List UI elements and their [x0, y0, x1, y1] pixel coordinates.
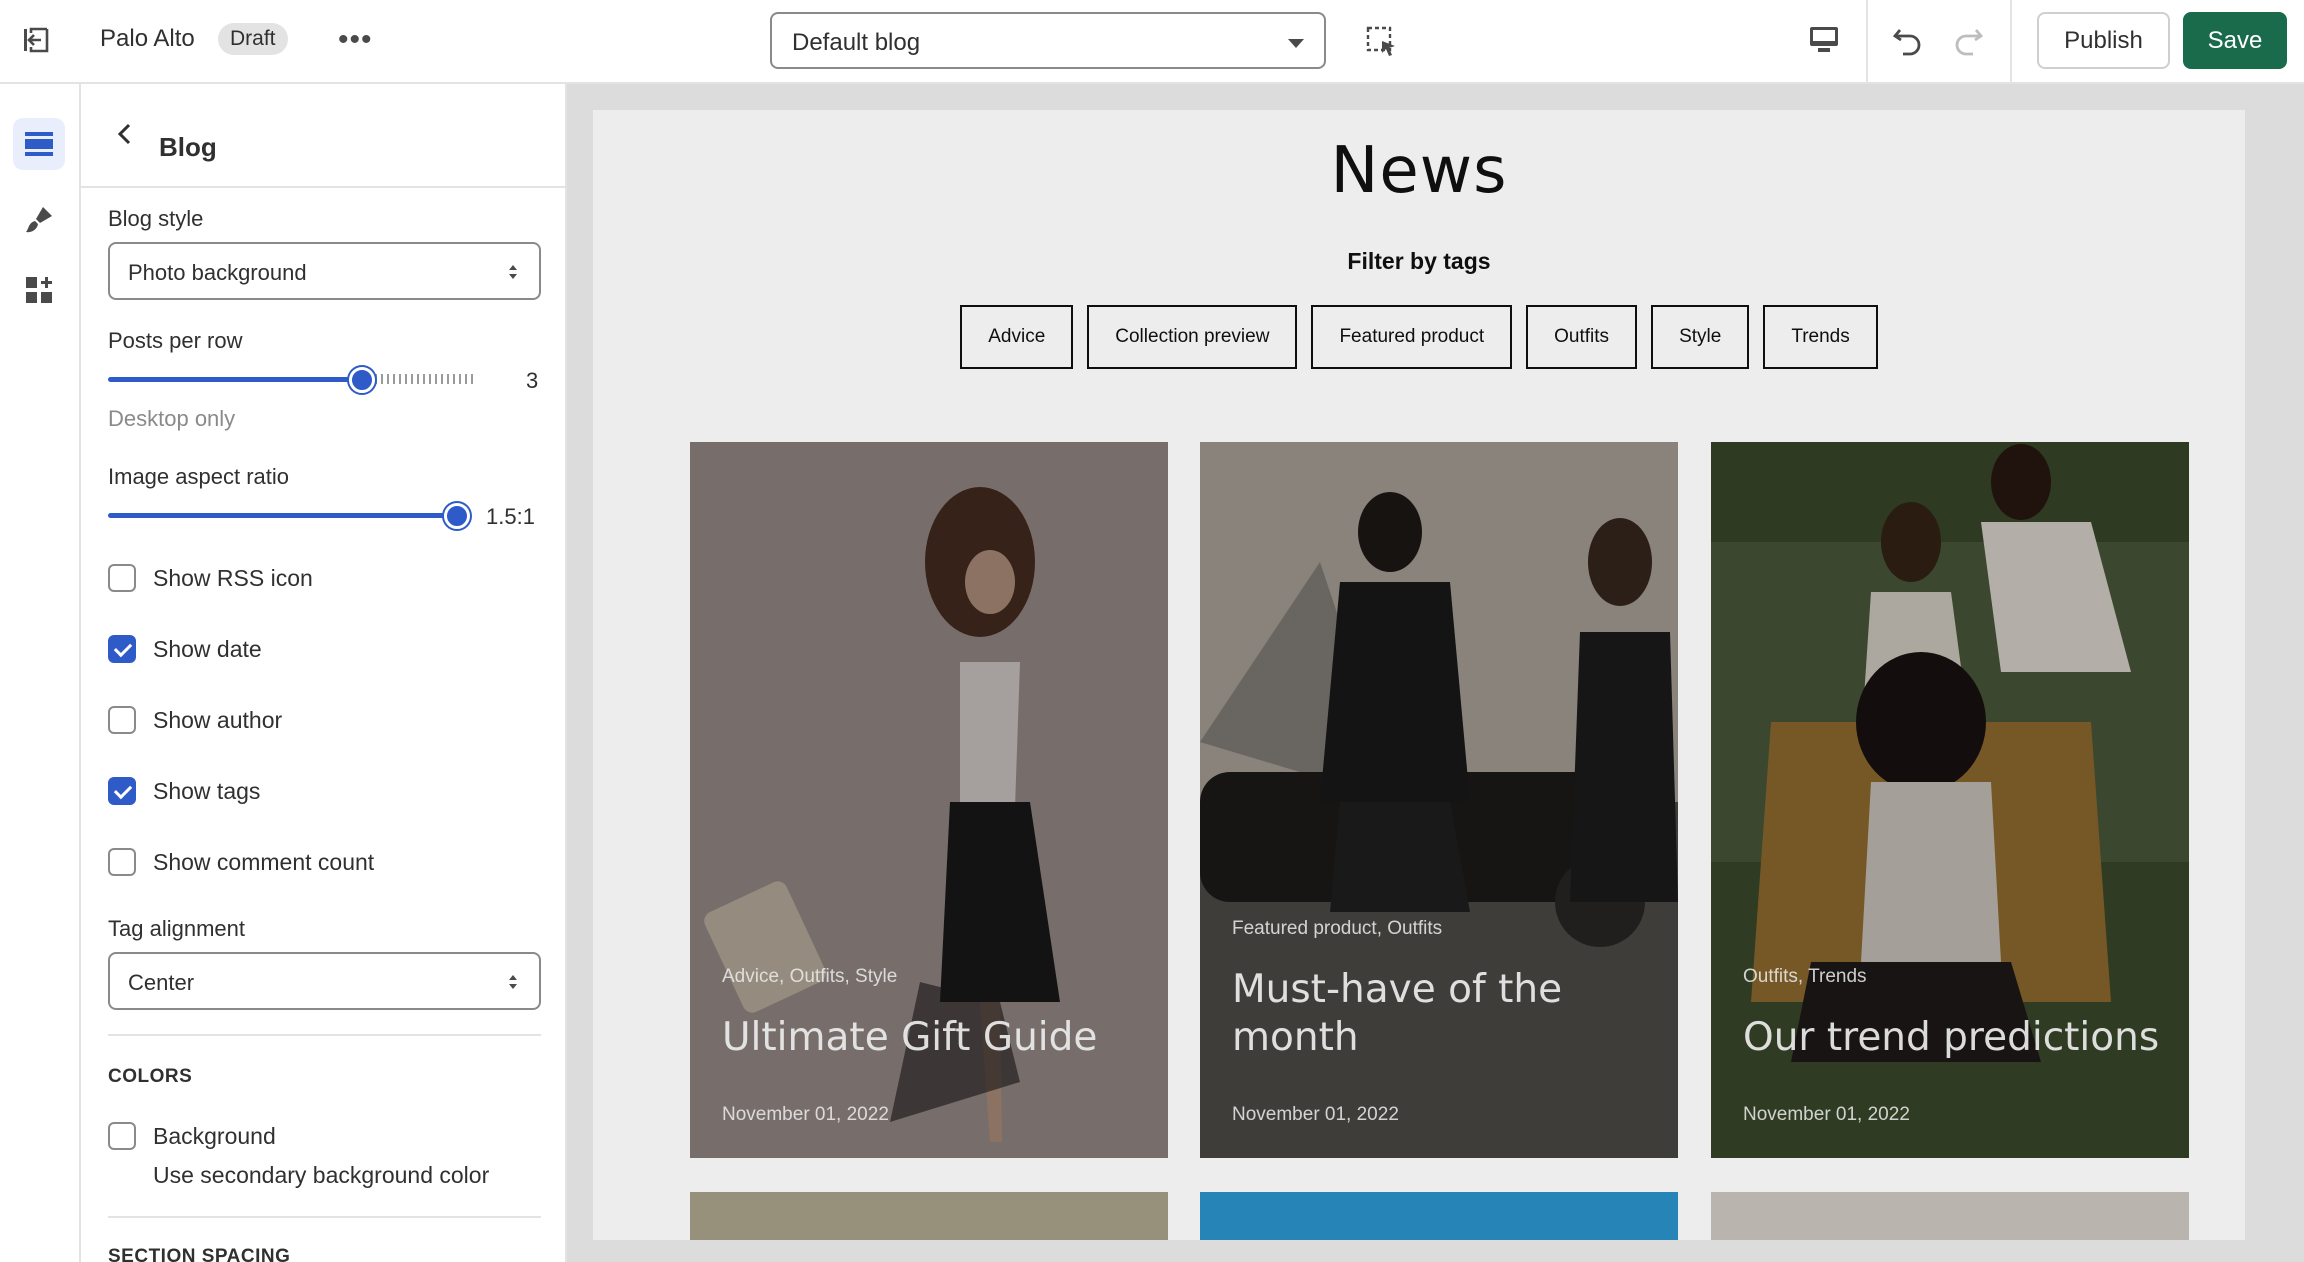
filter-label: Filter by tags — [1347, 248, 1491, 274]
save-button[interactable]: Save — [2183, 12, 2287, 69]
panel-header: Blog — [81, 84, 565, 188]
post-title: Our trend predictions — [1743, 1015, 2160, 1060]
post-date: November 01, 2022 — [722, 1104, 889, 1125]
option-checkbox-label: Show comment count — [153, 849, 375, 875]
option-checkbox-label: Show tags — [153, 778, 261, 804]
post-date: November 01, 2022 — [1232, 1104, 1399, 1125]
option-checkbox[interactable] — [108, 564, 136, 592]
theme-settings-nav-item[interactable] — [13, 194, 65, 246]
background-label: Background — [153, 1123, 276, 1149]
tag-filter-button[interactable]: Advice — [960, 305, 1074, 369]
apps-icon — [26, 277, 52, 303]
blog-heading: News — [1330, 134, 1508, 208]
option-checkbox[interactable] — [108, 635, 136, 663]
blog-post-card-partial[interactable] — [1200, 1192, 1678, 1240]
post-tags: Featured product, Outfits — [1232, 918, 1443, 939]
divider — [108, 1034, 541, 1036]
blog-post-card-partial[interactable] — [690, 1192, 1168, 1240]
back-chevron-icon[interactable] — [109, 118, 141, 150]
option-checkbox[interactable] — [108, 777, 136, 805]
chevron-down-icon — [1288, 39, 1304, 48]
option-checkbox-label: Show author — [153, 707, 283, 733]
post-date: November 01, 2022 — [1743, 1104, 1910, 1125]
posts-per-row-slider-track — [363, 374, 475, 384]
redo-icon[interactable] — [1948, 20, 1988, 60]
template-select[interactable]: Default blog — [770, 12, 1326, 69]
option-checkbox[interactable] — [108, 848, 136, 876]
background-checkbox[interactable] — [108, 1122, 136, 1150]
blog-style-select[interactable]: Photo background — [108, 242, 541, 300]
tag-alignment-select[interactable]: Center — [108, 952, 541, 1010]
post-tags: Advice, Outfits, Style — [722, 966, 898, 987]
sections-nav-item[interactable] — [13, 118, 65, 170]
tag-filter-button[interactable]: Trends — [1763, 305, 1878, 369]
section-spacing-heading: SECTION SPACING — [108, 1246, 291, 1262]
blog-style-value: Photo background — [128, 260, 307, 285]
undo-icon[interactable] — [1888, 20, 1928, 60]
sections-icon — [25, 132, 53, 156]
image-aspect-ratio-value: 1.5:1 — [486, 504, 535, 529]
posts-per-row-label: Posts per row — [108, 328, 243, 353]
image-aspect-ratio-slider-fill — [108, 513, 458, 518]
tag-filter-button[interactable]: Featured product — [1311, 305, 1513, 369]
tag-filter-list: Advice Collection preview Featured product… — [593, 305, 2245, 369]
tag-filter-button[interactable]: Style — [1651, 305, 1750, 369]
desktop-preview-icon[interactable] — [1804, 20, 1844, 60]
blog-post-card[interactable]: Featured product, Outfits Must-have of t… — [1200, 442, 1678, 1158]
option-checkbox-label: Show RSS icon — [153, 565, 313, 591]
store-name: Palo Alto — [100, 25, 195, 52]
posts-per-row-value: 3 — [526, 368, 539, 393]
blog-post-card[interactable]: Outfits, Trends Our trend predictions No… — [1711, 442, 2189, 1158]
top-bar: Palo Alto Draft ••• Default blog Publish… — [0, 0, 2304, 84]
exit-icon[interactable] — [18, 22, 54, 58]
template-select-value: Default blog — [792, 29, 921, 56]
blog-post-card-partial[interactable] — [1711, 1192, 2189, 1240]
select-arrows-icon — [509, 975, 517, 989]
colors-heading: COLORS — [108, 1066, 193, 1087]
image-aspect-ratio-slider-handle[interactable] — [444, 503, 470, 529]
tag-filter-button[interactable]: Outfits — [1526, 305, 1638, 369]
post-tags: Outfits, Trends — [1743, 966, 1867, 987]
status-badge: Draft — [218, 23, 288, 55]
image-aspect-ratio-label: Image aspect ratio — [108, 464, 289, 489]
panel-title: Blog — [159, 132, 217, 162]
apps-nav-item[interactable] — [13, 264, 65, 316]
tag-alignment-label: Tag alignment — [108, 916, 245, 941]
option-checkbox-label: Show date — [153, 636, 262, 662]
tag-filter-button[interactable]: Collection preview — [1087, 305, 1298, 369]
toolbar-divider — [2010, 0, 2012, 84]
paintbrush-icon — [26, 207, 52, 233]
section-settings-panel: Blog Blog style Photo background Posts p… — [81, 84, 567, 1262]
blog-post-card[interactable]: Advice, Outfits, Style Ultimate Gift Gui… — [690, 442, 1168, 1158]
blog-style-label: Blog style — [108, 206, 204, 231]
post-title: Must-have of the month — [1232, 967, 1563, 1060]
background-help: Use secondary background color — [153, 1162, 490, 1188]
storefront-preview: News Filter by tags Advice Collection pre… — [593, 110, 2245, 1240]
more-actions-icon[interactable]: ••• — [338, 22, 373, 58]
option-checkbox[interactable] — [108, 706, 136, 734]
divider — [108, 1216, 541, 1218]
select-arrows-icon — [509, 265, 517, 279]
editor-sidebar-rail — [0, 84, 81, 1262]
inspector-select-icon[interactable] — [1362, 22, 1402, 62]
posts-per-row-slider-handle[interactable] — [349, 367, 375, 393]
posts-per-row-slider-fill — [108, 377, 362, 382]
tag-alignment-value: Center — [128, 970, 195, 995]
toolbar-divider — [1866, 0, 1868, 84]
post-title: Ultimate Gift Guide — [722, 1015, 1098, 1060]
publish-button[interactable]: Publish — [2037, 12, 2170, 69]
posts-per-row-help: Desktop only — [108, 406, 236, 431]
